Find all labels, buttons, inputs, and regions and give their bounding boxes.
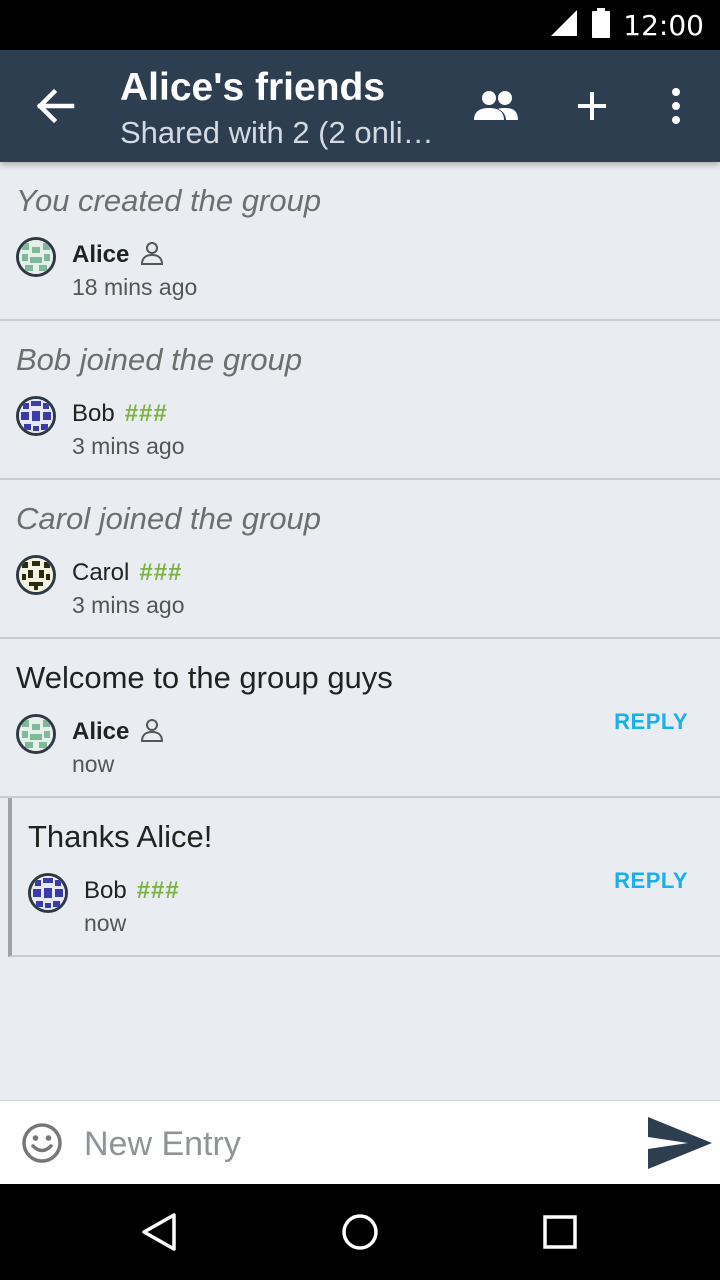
emoji-icon [22,1123,62,1163]
feed-entry: You created the group Alice 18 mins ago [0,162,720,321]
send-icon [648,1117,712,1169]
app-toolbar: Alice's friends Shared with 2 (2 onli… [0,50,720,162]
nav-recents-button[interactable] [540,1212,580,1252]
entry-text: Thanks Alice! [28,819,213,854]
author-row: Bob ### [84,874,180,908]
author-name: Carol [72,559,130,586]
entry-text: Welcome to the group guys [16,660,393,695]
entry-composer [0,1100,720,1184]
reply-button[interactable]: REPLY [614,868,688,894]
toolbar-titles: Alice's friends Shared with 2 (2 onli… [120,64,450,154]
feed-entry: Welcome to the group guys Alice now REPL… [0,639,720,798]
entry-time: now [72,751,115,777]
feed-entry-reply: Thanks Alice! Bob ### now REPLY [8,798,720,957]
avatar-alice [16,237,56,277]
page-title: Alice's friends [120,66,386,109]
author-row: Alice [72,715,165,749]
entry-time: 3 mins ago [72,592,185,618]
author-name: Bob [84,877,127,904]
avatar-bob [16,396,56,436]
person-icon [139,240,165,271]
reply-button[interactable]: REPLY [614,709,688,735]
trust-level-indicator: ### [124,400,168,427]
trust-level-indicator: ### [136,877,180,904]
author-row: Carol ### [72,556,182,590]
trust-level-indicator: ### [139,559,183,586]
group-feed: You created the group Alice 18 mins ago … [0,162,720,957]
author-row: Alice [72,238,165,272]
nav-back-icon [142,1213,176,1251]
back-arrow-icon [36,88,75,124]
emoji-button[interactable] [20,1121,64,1165]
author-name: Alice [72,241,130,268]
entry-time: now [84,910,127,936]
entry-text: Carol joined the group [16,501,322,536]
feed-entry: Carol joined the group Carol ### 3 mins … [0,480,720,639]
system-nav-bar [0,1184,720,1280]
person-icon [139,717,165,748]
add-icon [578,92,606,120]
more-options-button[interactable] [656,80,696,132]
page-subtitle: Shared with 2 (2 onli… [120,115,434,150]
nav-back-button[interactable] [140,1212,180,1252]
add-entry-button[interactable] [566,80,618,132]
entry-time: 3 mins ago [72,433,185,459]
author-name: Bob [72,400,115,427]
author-name: Alice [72,718,130,745]
entry-time: 18 mins ago [72,274,198,300]
back-button[interactable] [28,82,84,130]
new-entry-input[interactable] [84,1117,624,1171]
entry-text: You created the group [16,183,322,218]
avatar-alice [16,714,56,754]
group-members-button[interactable] [468,80,524,132]
signal-icon [549,8,579,43]
nav-recents-icon [543,1215,577,1249]
more-vert-icon [672,88,680,124]
nav-home-icon [342,1214,378,1250]
nav-home-button[interactable] [340,1212,380,1252]
author-row: Bob ### [72,397,168,431]
entry-text: Bob joined the group [16,342,303,377]
battery-icon [591,7,611,43]
send-button[interactable] [644,1113,714,1175]
avatar-carol [16,555,56,595]
group-members-icon [474,91,518,120]
status-time: 12:00 [623,8,704,42]
avatar-bob [28,873,68,913]
status-bar: 12:00 [0,0,720,50]
feed-entry: Bob joined the group Bob ### 3 mins ago [0,321,720,480]
